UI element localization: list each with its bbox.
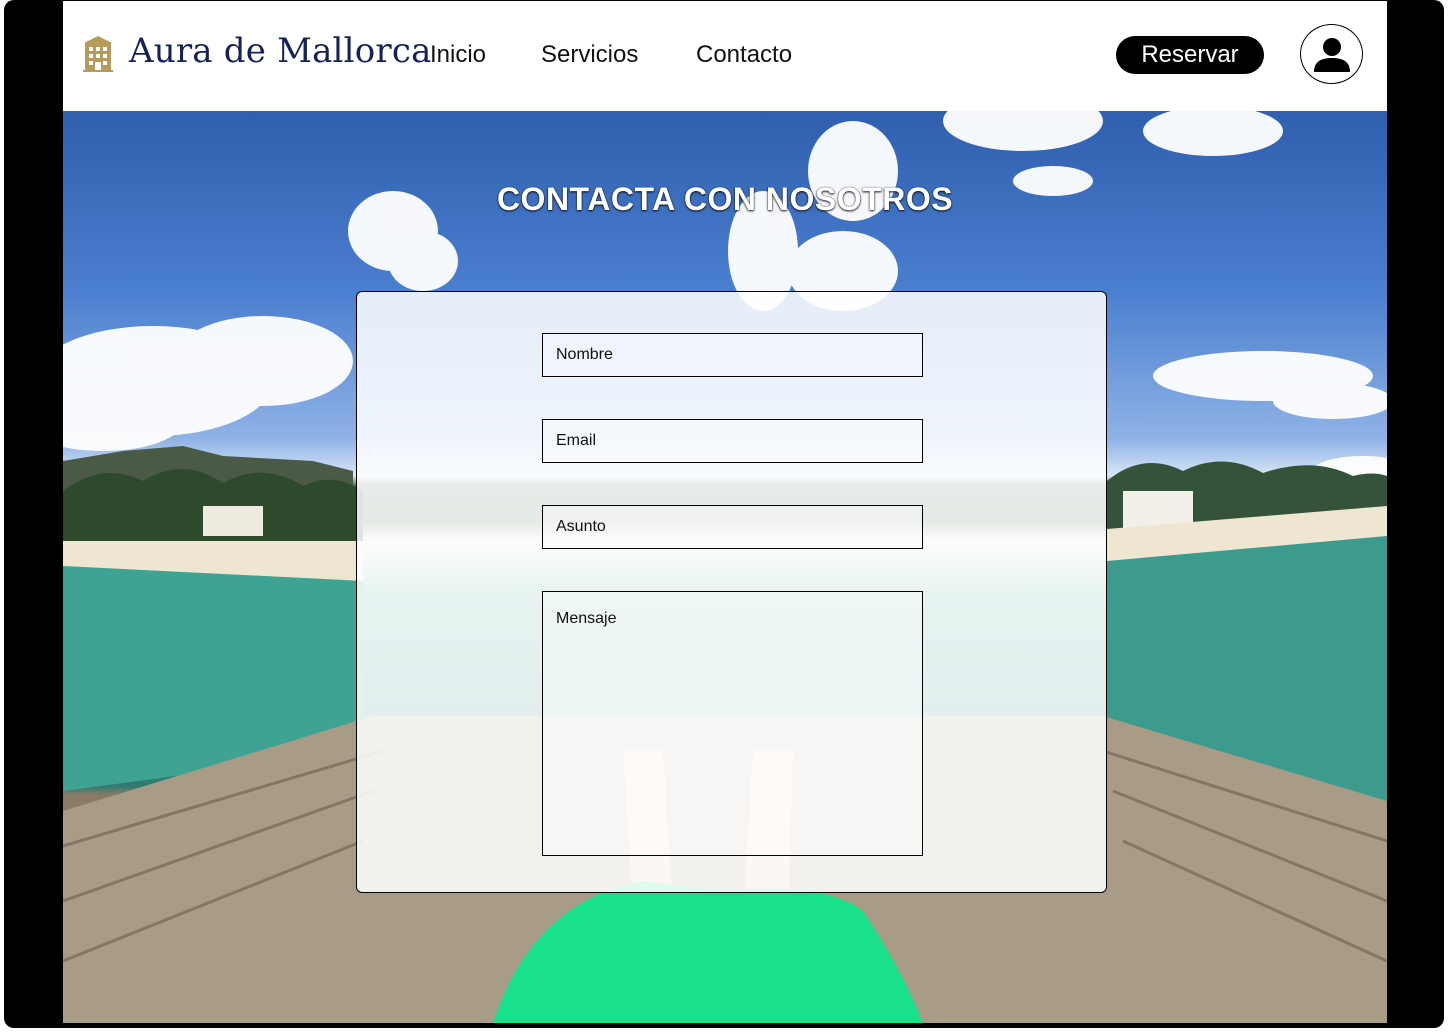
nav-inicio[interactable]: Inicio xyxy=(430,41,486,69)
nav-servicios[interactable]: Servicios xyxy=(541,41,638,69)
hero-background: CONTACTA CON NOSOTROS xyxy=(63,111,1387,1023)
nav-contacto[interactable]: Contacto xyxy=(696,41,792,69)
brand-name[interactable]: Aura de Mallorca xyxy=(129,31,432,71)
message-textarea[interactable] xyxy=(542,591,923,856)
user-icon xyxy=(1313,38,1350,72)
page-title: CONTACTA CON NOSOTROS xyxy=(496,181,954,217)
email-input[interactable] xyxy=(542,419,923,463)
reserve-button[interactable]: Reservar xyxy=(1116,36,1264,74)
user-account-button[interactable] xyxy=(1300,24,1363,84)
contact-form xyxy=(356,291,1107,893)
name-input[interactable] xyxy=(542,333,923,377)
device-frame: Aura de Mallorca Inicio Servicios Contac… xyxy=(4,0,1444,1028)
hotel-building-icon xyxy=(83,36,113,72)
subject-input[interactable] xyxy=(542,505,923,549)
browser-viewport: Aura de Mallorca Inicio Servicios Contac… xyxy=(63,1,1387,1023)
site-header: Aura de Mallorca Inicio Servicios Contac… xyxy=(63,1,1387,111)
